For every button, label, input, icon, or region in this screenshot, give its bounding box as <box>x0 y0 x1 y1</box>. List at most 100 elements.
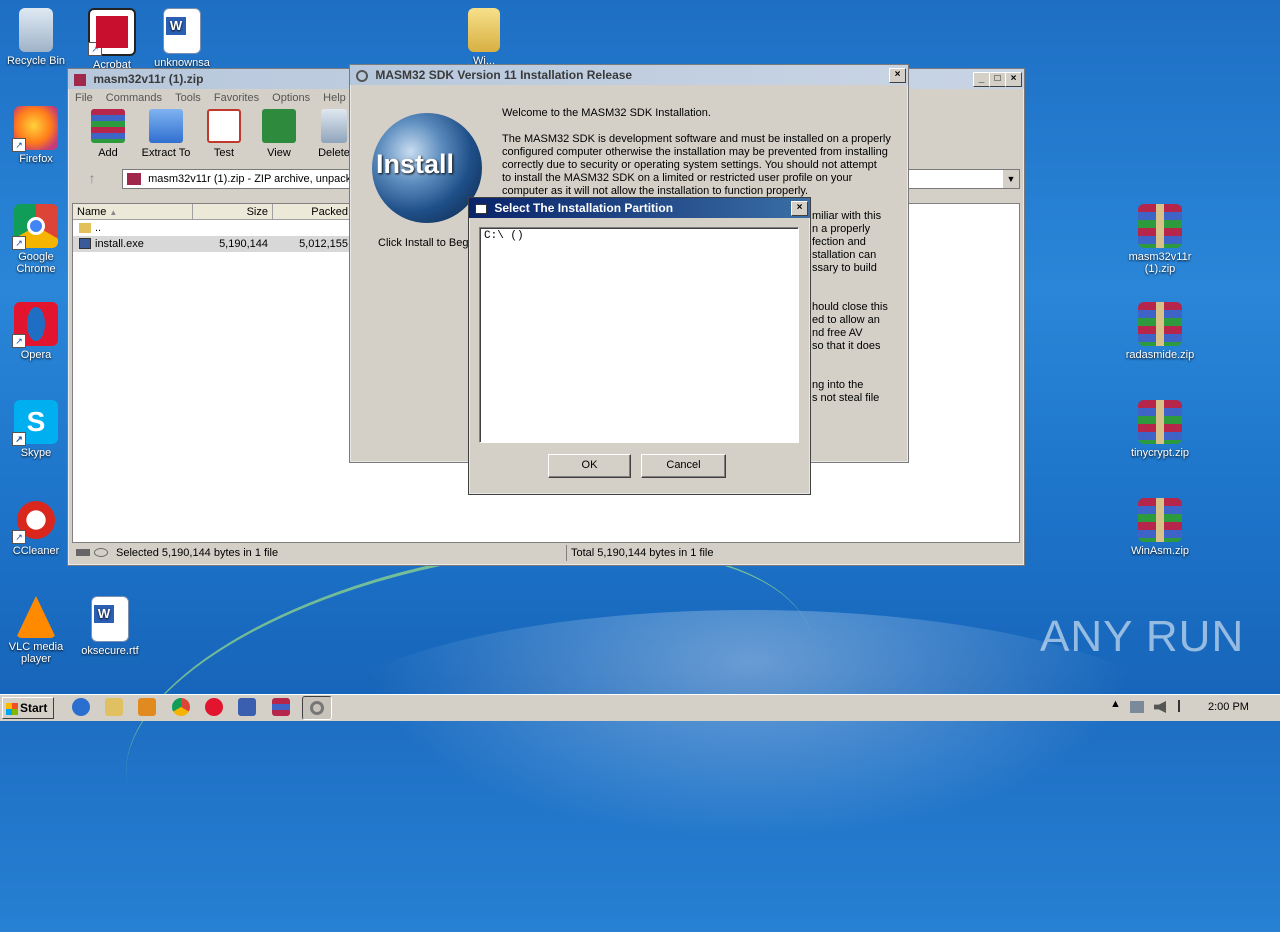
key-icon <box>94 548 108 557</box>
column-name[interactable]: Name ▲ <box>73 204 193 220</box>
desktop-icon-radasmide-zip[interactable]: radasmide.zip <box>1124 302 1196 361</box>
system-tray: ▲ <box>1108 697 1198 717</box>
menu-favorites[interactable]: Favorites <box>209 89 264 107</box>
up-arrow-icon[interactable]: ↑ <box>82 170 102 188</box>
winrar-archive-icon <box>1138 302 1182 346</box>
installer-close-button[interactable]: × <box>889 68 906 83</box>
desktop-icon-acrobat[interactable]: ↗ Acrobat <box>76 8 148 71</box>
word-document-icon <box>91 596 129 642</box>
folder-up-icon <box>79 223 91 233</box>
gear-icon <box>356 69 368 82</box>
desktop-icon-tinycrypt-zip[interactable]: tinycrypt.zip <box>1124 400 1196 459</box>
winrar-archive-icon <box>1138 204 1182 248</box>
desktop-icon-winasm-zip[interactable]: WinAsm.zip <box>1124 498 1196 557</box>
table-row[interactable]: install.exe 5,190,144 5,012,155 <box>73 236 353 252</box>
desktop-icon-firefox[interactable]: ↗ Firefox <box>0 106 72 165</box>
network-icon[interactable] <box>1130 701 1144 713</box>
paragraph-3-fragment: hould close this ed to allow an nd free … <box>812 301 888 352</box>
taskbar: Start ▲ 2:00 PM <box>0 694 1280 721</box>
partition-dialog: Select The Installation Partition × C:\ … <box>468 197 811 495</box>
sort-asc-icon: ▲ <box>109 208 118 217</box>
installer-titlebar[interactable]: MASM32 SDK Version 11 Installation Relea… <box>350 65 908 85</box>
acrobat-icon: ↗ <box>88 8 136 56</box>
intro-paragraph: The MASM32 SDK is development software a… <box>502 133 891 197</box>
ok-button[interactable]: OK <box>548 454 631 478</box>
test-clipboard-icon <box>207 109 241 143</box>
welcome-text: Welcome to the MASM32 SDK Installation. <box>502 107 711 119</box>
delete-trash-icon <box>321 109 347 143</box>
partition-dialog-titlebar[interactable]: Select The Installation Partition × <box>469 198 810 218</box>
explorer-folder-icon[interactable] <box>105 698 123 716</box>
folder-icon <box>468 8 500 52</box>
anyrun-watermark: ANY RUN <box>1040 612 1245 661</box>
extract-folder-icon <box>149 109 183 143</box>
start-button[interactable]: Start <box>2 697 54 719</box>
toolbar-extract-button[interactable]: Extract To <box>136 107 196 159</box>
address-dropdown-button[interactable]: ▼ <box>1003 170 1019 188</box>
exe-file-icon <box>79 238 91 249</box>
toolbar-add-button[interactable]: Add <box>78 107 138 159</box>
install-caption: Click Install to Begi <box>378 237 471 249</box>
column-packed[interactable]: Packed <box>273 204 353 220</box>
drive-icon <box>76 549 90 556</box>
menu-options[interactable]: Options <box>267 89 315 107</box>
desktop-icon-folder[interactable]: Wi... <box>448 8 520 67</box>
menu-tools[interactable]: Tools <box>170 89 206 107</box>
opera-taskbar-icon[interactable] <box>205 698 223 716</box>
add-archive-icon <box>91 109 125 143</box>
dialog-app-icon <box>475 203 487 214</box>
winrar-archive-icon <box>1138 400 1182 444</box>
recycle-bin-icon <box>19 8 53 52</box>
paragraph-4-fragment: ng into the s not steal file <box>812 379 880 404</box>
volume-icon[interactable] <box>1154 701 1166 713</box>
desktop-icon-skype[interactable]: S ↗ Skype <box>0 400 72 459</box>
desktop-icon-masm32-zip[interactable]: masm32v11r (1).zip <box>1124 204 1196 275</box>
menu-help[interactable]: Help <box>318 89 351 107</box>
column-size[interactable]: Size <box>193 204 273 220</box>
menu-file[interactable]: File <box>70 89 98 107</box>
desktop-icon-chrome[interactable]: ↗ Google Chrome <box>0 204 72 275</box>
desktop-icon-vlc[interactable]: VLC media player <box>0 596 72 665</box>
list-item[interactable]: C:\ () <box>480 228 798 244</box>
desktop-icon-recycle-bin[interactable]: Recycle Bin <box>0 8 72 67</box>
calculator-icon[interactable] <box>238 698 256 716</box>
clock[interactable]: 2:00 PM <box>1208 701 1249 713</box>
toolbar-view-button[interactable]: View <box>249 107 309 159</box>
chrome-icon: ↗ <box>12 204 58 250</box>
tray-expand-icon[interactable]: ▲ <box>1110 698 1121 710</box>
winrar-taskbar-icon[interactable] <box>272 698 290 716</box>
partition-listbox[interactable]: C:\ () <box>479 227 799 443</box>
media-player-icon[interactable] <box>138 698 156 716</box>
desktop-icon-unknownsa[interactable]: unknownsa <box>146 8 218 69</box>
opera-icon: ↗ <box>12 302 58 348</box>
vlc-icon <box>16 596 56 638</box>
desktop-icon-ccleaner[interactable]: ↗ CCleaner <box>0 498 72 557</box>
status-divider <box>566 545 567 561</box>
winrar-app-icon <box>74 73 86 86</box>
winrar-statusbar: Selected 5,190,144 bytes in 1 file Total… <box>72 545 1018 561</box>
zip-file-icon <box>127 173 141 186</box>
globe-install-logo[interactable]: Install <box>372 113 482 223</box>
skype-icon: S ↗ <box>12 400 58 446</box>
flag-icon[interactable] <box>1178 700 1192 712</box>
maximize-button[interactable]: □ <box>989 72 1006 87</box>
desktop-icon-oksecure[interactable]: oksecure.rtf <box>74 596 146 657</box>
ccleaner-icon: ↗ <box>12 498 58 544</box>
chrome-taskbar-icon[interactable] <box>172 698 190 716</box>
view-book-icon <box>262 109 296 143</box>
paragraph-2-fragment: miliar with this n a properly fection an… <box>812 210 882 274</box>
windows-logo-icon <box>6 702 18 715</box>
firefox-icon: ↗ <box>12 106 58 152</box>
cancel-button[interactable]: Cancel <box>641 454 726 478</box>
word-document-icon <box>163 8 201 54</box>
dialog-close-button[interactable]: × <box>791 201 808 216</box>
minimize-button[interactable]: _ <box>973 72 990 87</box>
gear-icon <box>310 701 324 715</box>
toolbar-test-button[interactable]: Test <box>194 107 254 159</box>
winrar-archive-icon <box>1138 498 1182 542</box>
desktop-icon-opera[interactable]: ↗ Opera <box>0 302 72 361</box>
close-button[interactable]: × <box>1005 72 1022 87</box>
installer-taskbar-button[interactable] <box>302 696 332 720</box>
ie-icon[interactable] <box>72 698 90 716</box>
menu-commands[interactable]: Commands <box>101 89 167 107</box>
